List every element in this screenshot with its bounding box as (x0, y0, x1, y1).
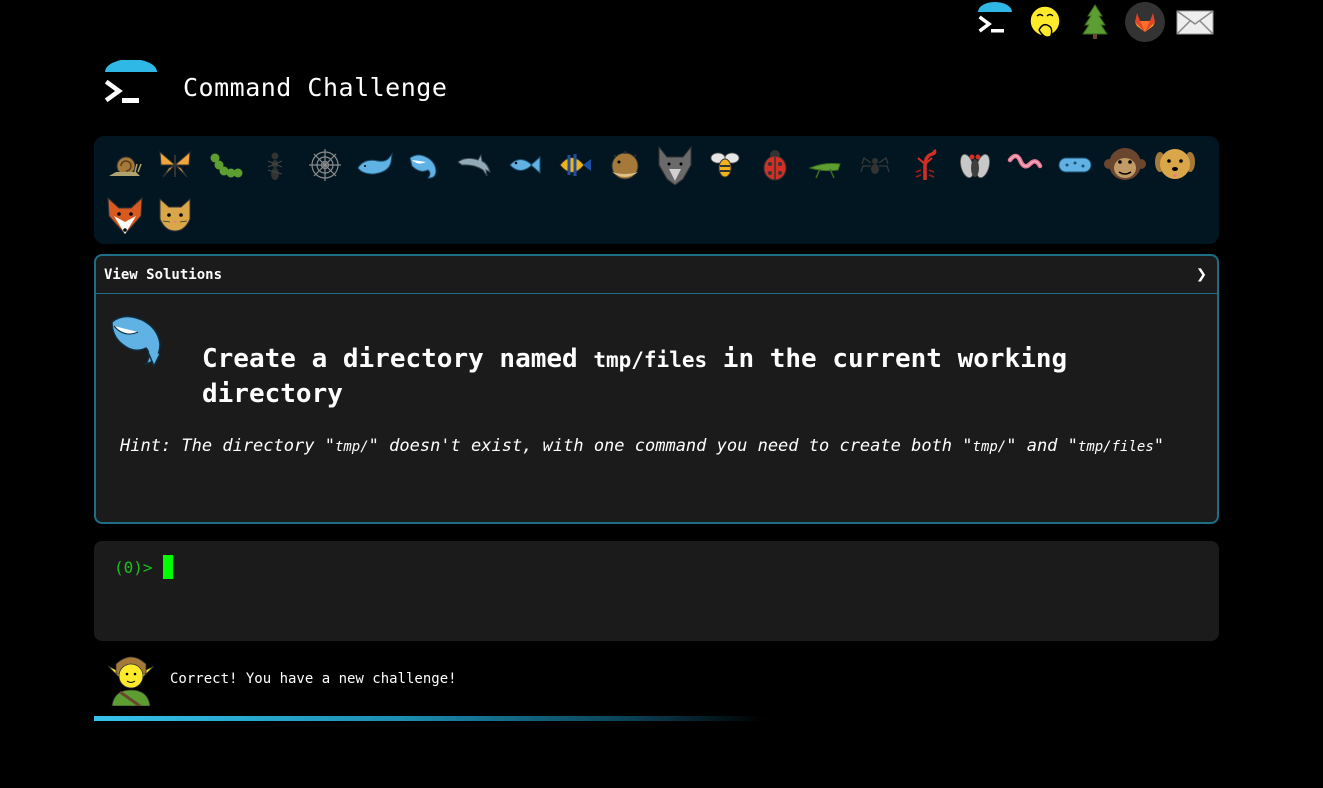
view-solutions-toggle[interactable]: View Solutions ❯ (96, 256, 1217, 294)
hint-suffix: " (1153, 436, 1164, 456)
spider-icon[interactable] (850, 140, 900, 190)
challenge-text: Create a directory named tmp/files in th… (202, 342, 1132, 411)
scorpion-icon[interactable] (900, 140, 950, 190)
chevron-right-icon: ❯ (1196, 264, 1207, 285)
cat-icon[interactable] (150, 190, 200, 240)
terminal-logo-icon[interactable] (975, 2, 1015, 42)
ladybug-icon[interactable] (750, 140, 800, 190)
snail-icon[interactable] (100, 140, 150, 190)
gitlab-fox-icon[interactable] (1125, 2, 1165, 42)
monkey-icon[interactable] (1100, 140, 1150, 190)
hint-code: tmp/files (1077, 439, 1154, 455)
ant-icon[interactable] (250, 140, 300, 190)
fish-icon[interactable] (500, 140, 550, 190)
butterfly-icon[interactable] (150, 140, 200, 190)
terminal-input[interactable]: (0)> (94, 541, 1219, 641)
critter-list (94, 136, 1219, 244)
elf-icon (108, 656, 154, 706)
terminal-prompt: (0)> (114, 557, 153, 577)
hand-over-mouth-face-icon[interactable] (1025, 2, 1065, 42)
terminal-prompt-line: (0)> (114, 555, 1199, 579)
whale-icon[interactable] (350, 140, 400, 190)
spouting-whale-icon (111, 315, 161, 368)
hint-code: tmp/ (972, 439, 1007, 455)
caterpillar-icon[interactable] (200, 140, 250, 190)
view-solutions-label: View Solutions (104, 266, 223, 283)
fly-icon[interactable] (950, 140, 1000, 190)
dog-icon[interactable] (1150, 140, 1200, 190)
top-nav (975, 2, 1215, 42)
feedback-row: Correct! You have a new challenge! (108, 652, 457, 706)
hint-middle: " doesn't exist, with one command you ne… (368, 436, 973, 456)
hint-text: Hint: The directory "tmp/" doesn't exist… (120, 434, 1180, 460)
wolf-icon[interactable] (650, 140, 700, 190)
blowfish-icon[interactable] (600, 140, 650, 190)
hint-middle: " and " (1006, 436, 1078, 456)
spouting-whale-icon[interactable] (400, 140, 450, 190)
worm-icon[interactable] (1000, 140, 1050, 190)
cricket-icon[interactable] (800, 140, 850, 190)
progress-bar (94, 716, 764, 721)
evergreen-tree-icon[interactable] (1075, 2, 1115, 42)
envelope-icon[interactable] (1175, 2, 1215, 42)
bee-icon[interactable] (700, 140, 750, 190)
challenge-text-before: Create a directory named (202, 344, 594, 374)
hint-prefix: Hint: The directory " (120, 436, 335, 456)
challenge-code: tmp/files (593, 348, 708, 372)
hint-code: tmp/ (334, 439, 369, 455)
page-title: Command Challenge (183, 72, 448, 102)
header: Command Challenge (104, 60, 447, 114)
terminal-cursor (162, 555, 173, 579)
tropical-fish-icon[interactable] (550, 140, 600, 190)
terminal-logo-icon[interactable] (104, 60, 158, 114)
fox-icon[interactable] (100, 190, 150, 240)
feedback-message: Correct! You have a new challenge! (170, 671, 457, 687)
spider-web-icon[interactable] (300, 140, 350, 190)
challenge-panel: View Solutions ❯ Create a directory name… (94, 254, 1219, 524)
dolphin-icon[interactable] (450, 140, 500, 190)
microbe-icon[interactable] (1050, 140, 1100, 190)
